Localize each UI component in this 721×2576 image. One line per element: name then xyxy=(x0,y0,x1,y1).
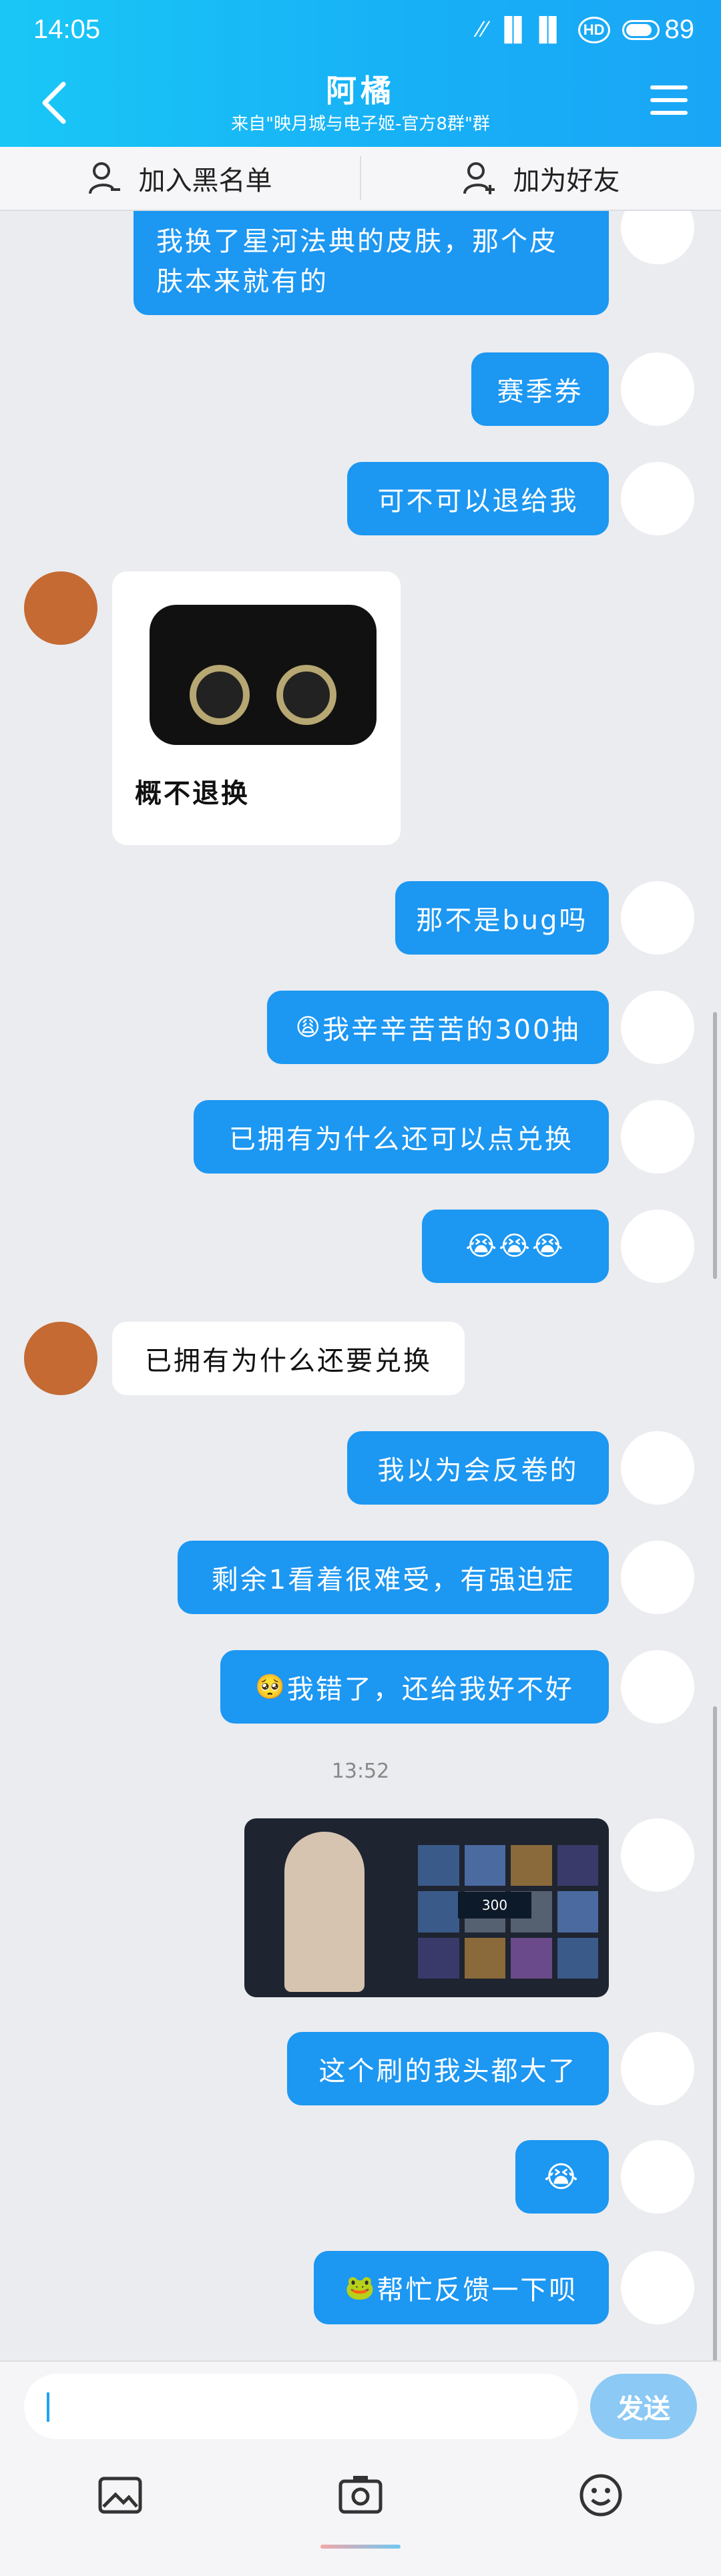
my-avatar[interactable] xyxy=(621,462,694,535)
outgoing-message[interactable]: 那不是bug吗 xyxy=(395,881,609,955)
add-to-blacklist-button[interactable]: 加入黑名单 xyxy=(0,147,360,210)
input-bar: 发送 xyxy=(0,2360,721,2576)
outgoing-message[interactable]: 🐸 帮忙反馈一下呗 xyxy=(314,2251,609,2324)
outgoing-message[interactable]: 剩余1看着很难受，有强迫症 xyxy=(178,1541,609,1614)
status-icons: ∕∕ ▐▌▐▌ HD 89 xyxy=(479,15,694,45)
my-avatar[interactable] xyxy=(621,1431,694,1505)
signal-icon: ∕∕ ▐▌▐▌ xyxy=(478,17,566,42)
emoji-text: 😭 xyxy=(543,2159,581,2194)
message-text: 我以为会反卷的 xyxy=(377,1455,579,1486)
my-avatar[interactable] xyxy=(621,211,694,264)
emoji: 🥺 xyxy=(255,1673,287,1701)
battery-indicator: 89 xyxy=(622,15,695,45)
incoming-sticker-message[interactable]: 概不退换 xyxy=(112,571,401,845)
my-avatar[interactable] xyxy=(621,881,694,955)
person-add-icon xyxy=(463,162,495,194)
my-avatar[interactable] xyxy=(621,1541,694,1614)
message-text: 赛季券 xyxy=(497,376,583,407)
emoji: 😩 xyxy=(295,1013,323,1041)
my-avatar[interactable] xyxy=(621,1210,694,1283)
screenshot-dialog: 300 xyxy=(458,1892,531,1918)
chat-title: 阿橘 xyxy=(326,73,395,109)
outgoing-message[interactable]: 😭😭😭 xyxy=(422,1210,609,1283)
emoji: 🐸 xyxy=(344,2274,377,2302)
status-time: 14:05 xyxy=(33,15,101,44)
message-text: 这个刷的我头都大了 xyxy=(318,2056,577,2087)
status-bar: 14:05 ∕∕ ▐▌▐▌ HD 89 xyxy=(0,0,721,67)
menu-icon[interactable] xyxy=(650,85,688,117)
outgoing-message[interactable]: 赛季券 xyxy=(471,352,609,426)
add-to-blacklist-label: 加入黑名单 xyxy=(138,166,272,196)
incoming-message[interactable]: 已拥有为什么还要兑换 xyxy=(112,1322,465,1395)
battery-icon xyxy=(622,19,660,40)
emoji-text: 😭😭😭 xyxy=(465,1231,565,1262)
my-avatar[interactable] xyxy=(621,1100,694,1174)
screenshot-value: 300 xyxy=(481,1897,508,1913)
message-text: 剩余1看着很难受，有强迫症 xyxy=(211,1565,575,1595)
camera-icon[interactable] xyxy=(337,2472,384,2519)
black-cat-sticker xyxy=(150,605,377,745)
message-text: 帮忙反馈一下呗 xyxy=(377,2275,578,2306)
my-avatar[interactable] xyxy=(621,1650,694,1724)
my-avatar[interactable] xyxy=(621,2140,694,2214)
my-avatar[interactable] xyxy=(621,2032,694,2105)
message-input[interactable] xyxy=(24,2374,578,2439)
outgoing-message[interactable]: 😩 我辛辛苦苦的300抽 xyxy=(267,991,609,1064)
my-avatar[interactable] xyxy=(621,2251,694,2324)
sender-avatar[interactable] xyxy=(24,571,97,645)
hd-icon: HD xyxy=(577,16,610,43)
outgoing-message[interactable]: 我换了星河法典的皮肤，那个皮肤本来就有的 xyxy=(134,211,609,315)
home-indicator xyxy=(320,2545,401,2549)
message-text: 已拥有为什么还可以点兑换 xyxy=(229,1124,573,1155)
message-text: 那不是bug吗 xyxy=(416,905,588,936)
add-friend-button[interactable]: 加为好友 xyxy=(361,147,721,210)
chat-subtitle: 来自"映月城与电子姬-官方8群"群 xyxy=(231,114,490,134)
sender-avatar[interactable] xyxy=(24,1322,97,1395)
chat-header: 14:05 ∕∕ ▐▌▐▌ HD 89 阿橘 来自"映月城与电子姬-官方8群"群 xyxy=(0,0,721,147)
send-button[interactable]: 发送 xyxy=(590,2374,697,2439)
game-screenshot-image[interactable]: 300 xyxy=(244,1818,609,1997)
message-text: 我错了，还给我好不好 xyxy=(286,1674,574,1705)
scrollbar[interactable] xyxy=(713,1706,717,2360)
message-text: 已拥有为什么还要兑换 xyxy=(145,1346,432,1376)
outgoing-message[interactable]: 可不可以退给我 xyxy=(347,462,609,535)
timestamp: 13:52 xyxy=(331,1760,390,1783)
scrollbar[interactable] xyxy=(713,1012,717,1279)
battery-level: 89 xyxy=(664,15,695,44)
text-caret xyxy=(47,2392,49,2422)
chat-message-list[interactable]: 我换了星河法典的皮肤，那个皮肤本来就有的 赛季券 可不可以退给我 概不退换 那不… xyxy=(0,211,721,2360)
outgoing-message[interactable]: 😭 xyxy=(515,2140,609,2214)
add-friend-label: 加为好友 xyxy=(513,166,620,196)
outgoing-message[interactable]: 🥺 我错了，还给我好不好 xyxy=(220,1650,609,1724)
person-block-icon xyxy=(88,162,120,194)
my-avatar[interactable] xyxy=(621,1818,694,1892)
outgoing-message[interactable]: 这个刷的我头都大了 xyxy=(287,2032,609,2105)
outgoing-message[interactable]: 我以为会反卷的 xyxy=(347,1431,609,1505)
image-icon[interactable] xyxy=(97,2472,144,2519)
toolbar xyxy=(0,2462,721,2529)
message-text: 我换了星河法典的皮肤，那个皮肤本来就有的 xyxy=(156,226,558,297)
action-bar: 加入黑名单 加为好友 xyxy=(0,147,721,211)
message-text: 可不可以退给我 xyxy=(377,486,579,517)
my-avatar[interactable] xyxy=(621,991,694,1064)
my-avatar[interactable] xyxy=(621,352,694,426)
outgoing-message[interactable]: 已拥有为什么还可以点兑换 xyxy=(194,1100,609,1174)
sticker-caption: 概不退换 xyxy=(135,778,250,809)
emoji-icon[interactable] xyxy=(577,2472,624,2519)
message-text: 我辛辛苦苦的300抽 xyxy=(322,1015,581,1045)
